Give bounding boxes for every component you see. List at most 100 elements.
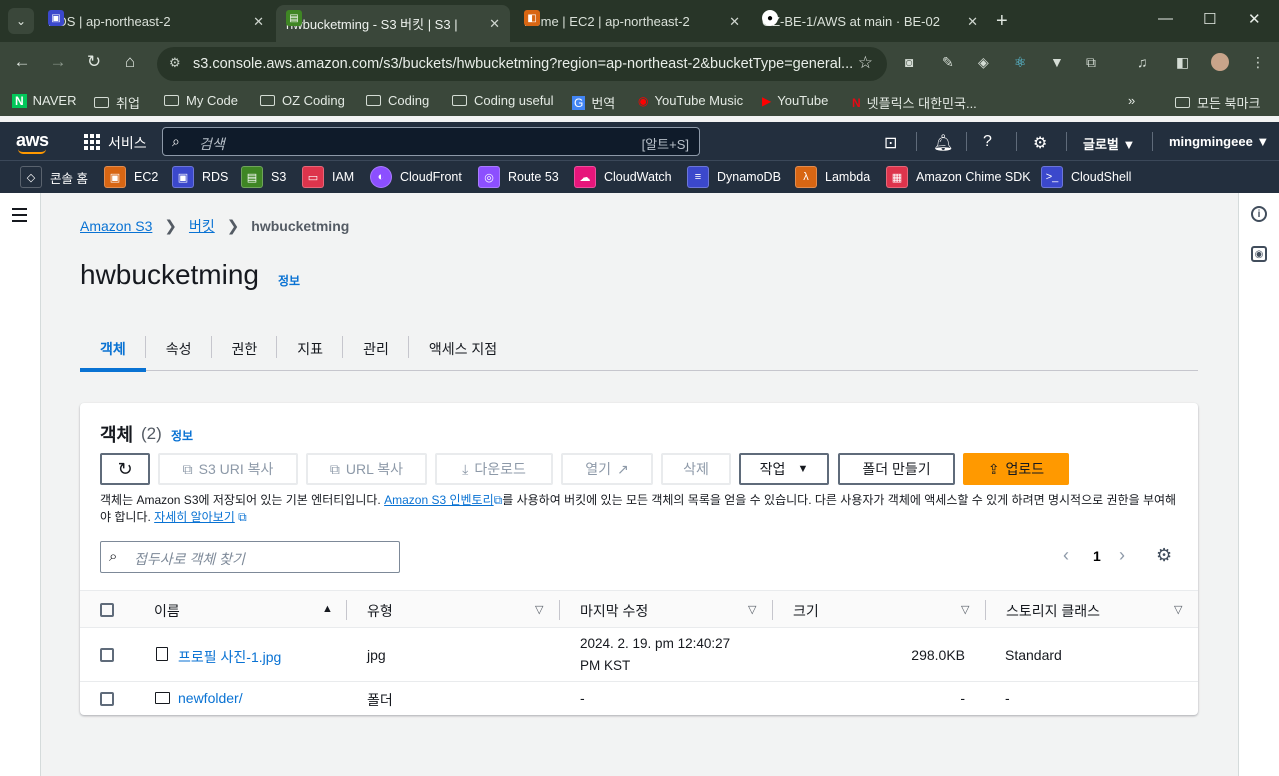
bookmark-folder[interactable]: Coding <box>366 93 429 108</box>
column-divider[interactable] <box>559 600 560 620</box>
close-icon[interactable]: ✕ <box>967 14 978 30</box>
maximize-icon[interactable]: ☐ <box>1203 10 1216 28</box>
fav-ec2[interactable]: ▣ EC2 <box>104 166 158 188</box>
column-name[interactable]: 이름 <box>154 601 180 621</box>
eyedropper-icon[interactable]: ✎ <box>942 54 954 71</box>
tab-permissions[interactable]: 권한 <box>212 326 278 371</box>
column-divider[interactable] <box>772 600 773 620</box>
close-icon[interactable]: ✕ <box>253 14 264 30</box>
url-bar[interactable]: ⚙ s3.console.aws.amazon.com/s3/buckets/h… <box>157 47 887 81</box>
media-icon[interactable]: ♫ <box>1137 54 1148 70</box>
fav-cloudwatch[interactable]: ☁ CloudWatch <box>574 166 672 188</box>
next-page-icon[interactable]: › <box>1119 545 1125 566</box>
new-tab-icon[interactable]: + <box>996 10 1008 33</box>
aws-search-input[interactable]: ⌕ 검색 [알트+S] <box>162 127 700 156</box>
region-selector[interactable]: 글로벌 ▼ <box>1083 134 1135 153</box>
profile-avatar[interactable] <box>1211 53 1229 71</box>
browser-tab-ec2[interactable]: ◧ Home | EC2 | ap-northeast-2 ✕ <box>514 5 750 38</box>
prev-page-icon[interactable]: ‹ <box>1063 545 1069 566</box>
object-search-input[interactable]: ⌕ 접두사로 객체 찾기 <box>100 541 400 573</box>
services-grid-icon[interactable] <box>84 134 100 150</box>
fav-console-home[interactable]: ◇ 콘솔 홈 <box>20 166 88 188</box>
minimize-icon[interactable]: — <box>1158 10 1173 27</box>
tab-search-icon[interactable]: ⌄ <box>8 8 34 34</box>
row-checkbox[interactable] <box>100 648 114 662</box>
breadcrumb-amazon-s3[interactable]: Amazon S3 <box>80 218 152 234</box>
react-icon[interactable]: ⚛ <box>1014 54 1027 71</box>
close-icon[interactable]: ✕ <box>489 16 500 32</box>
tab-properties[interactable]: 속성 <box>146 326 212 371</box>
back-icon[interactable]: ← <box>10 52 34 72</box>
fav-lambda[interactable]: λ Lambda <box>795 166 870 188</box>
window-close-icon[interactable]: ✕ <box>1248 10 1261 28</box>
table-row[interactable]: 프로필 사진-1.jpg jpg 2024. 2. 19. pm 12:40:2… <box>80 628 1198 682</box>
fav-s3[interactable]: ▤ S3 <box>241 166 286 188</box>
fav-iam[interactable]: ▭ IAM <box>302 166 354 188</box>
cloudshell-icon[interactable]: ⊡ <box>884 133 897 153</box>
services-menu[interactable]: 서비스 <box>108 133 147 153</box>
object-name-link[interactable]: newfolder/ <box>178 690 243 706</box>
row-checkbox[interactable] <box>100 692 114 706</box>
sort-icon[interactable]: ▽ <box>961 603 969 616</box>
create-folder-button[interactable]: 폴더 만들기 <box>838 453 955 485</box>
column-divider[interactable] <box>985 600 986 620</box>
bookmark-youtube[interactable]: ▶ YouTube <box>762 93 828 108</box>
account-menu[interactable]: mingmingeee ▼ <box>1169 134 1269 149</box>
tab-access-points[interactable]: 액세스 지점 <box>409 326 517 371</box>
object-name-link[interactable]: 프로필 사진-1.jpg <box>178 647 281 667</box>
more-icon[interactable]: ⋮ <box>1251 54 1265 71</box>
browser-tab-github[interactable]: ● OZ-BE-1/AWS at main · BE-02 ✕ <box>752 5 988 38</box>
page-number[interactable]: 1 <box>1093 548 1101 564</box>
browser-tab-rds[interactable]: ▣ RDS | ap-northeast-2 ✕ <box>38 5 274 38</box>
bookmark-star-icon[interactable]: ☆ <box>858 53 873 73</box>
bookmark-translate[interactable]: G 번역 <box>572 93 615 112</box>
puzzle-icon[interactable]: ⧉ <box>1086 54 1096 71</box>
settings-gear-icon[interactable]: ⚙ <box>1033 133 1047 153</box>
select-all-checkbox[interactable] <box>100 603 114 617</box>
copy-url-button[interactable]: ⧉ URL 복사 <box>306 453 427 485</box>
refresh-button[interactable]: ↻ <box>100 453 150 485</box>
hamburger-menu-icon[interactable] <box>12 208 27 226</box>
column-storage-class[interactable]: 스토리지 클래스 <box>1006 601 1100 621</box>
reload-icon[interactable]: ↻ <box>82 52 106 72</box>
sort-icon[interactable]: ▽ <box>535 603 543 616</box>
camera-icon[interactable]: ◙ <box>905 54 913 70</box>
bookmark-folder[interactable]: Coding useful <box>452 93 554 108</box>
home-icon[interactable]: ⌂ <box>118 52 142 72</box>
breadcrumb-buckets[interactable]: 버킷 <box>189 216 215 236</box>
sidepanel-icon[interactable]: ◧ <box>1176 54 1189 71</box>
learn-more-link[interactable]: 자세히 알아보기 <box>154 510 235 524</box>
delete-button[interactable]: 삭제 <box>661 453 731 485</box>
tab-management[interactable]: 관리 <box>343 326 409 371</box>
table-row[interactable]: newfolder/ 폴더 - - - <box>80 682 1198 715</box>
close-icon[interactable]: ✕ <box>729 14 740 30</box>
sort-ascending-icon[interactable]: ▲ <box>322 603 333 615</box>
tab-metrics[interactable]: 지표 <box>277 326 343 371</box>
site-settings-icon[interactable]: ⚙ <box>169 55 181 71</box>
bookmark-folder[interactable]: OZ Coding <box>260 93 345 108</box>
sort-icon[interactable]: ▽ <box>1174 603 1182 616</box>
upload-button[interactable]: ⇪ 업로드 <box>963 453 1069 485</box>
fav-cloudshell[interactable]: >_ CloudShell <box>1041 166 1131 188</box>
forward-icon[interactable]: → <box>46 52 70 72</box>
actions-dropdown[interactable]: 작업 ▼ <box>739 453 829 485</box>
info-icon[interactable]: i <box>1251 206 1267 222</box>
objects-info-link[interactable]: 정보 <box>171 427 193 444</box>
feedback-icon[interactable]: ◉ <box>1251 246 1267 262</box>
bookmark-folder[interactable]: 취업 <box>94 93 140 112</box>
fav-route53[interactable]: ◎ Route 53 <box>478 166 559 188</box>
preferences-gear-icon[interactable]: ⚙ <box>1156 545 1172 566</box>
column-size[interactable]: 크기 <box>793 601 819 621</box>
bookmark-all[interactable]: 모든 북마크 <box>1175 93 1260 112</box>
page-info-link[interactable]: 정보 <box>278 272 300 289</box>
column-type[interactable]: 유형 <box>367 601 393 621</box>
tab-objects[interactable]: 객체 <box>80 326 146 372</box>
extension-icon[interactable]: ◈ <box>978 54 989 71</box>
s3-inventory-link[interactable]: Amazon S3 인벤토리 <box>384 493 494 507</box>
aws-logo[interactable]: aws <box>16 130 49 151</box>
fav-dynamodb[interactable]: ≡ DynamoDB <box>687 166 781 188</box>
copy-s3-uri-button[interactable]: ⧉ S3 URI 복사 <box>158 453 298 485</box>
sort-icon[interactable]: ▽ <box>748 603 756 616</box>
bookmark-youtube-music[interactable]: ◉ YouTube Music <box>638 93 743 108</box>
download-button[interactable]: ⤓ 다운로드 <box>435 453 553 485</box>
